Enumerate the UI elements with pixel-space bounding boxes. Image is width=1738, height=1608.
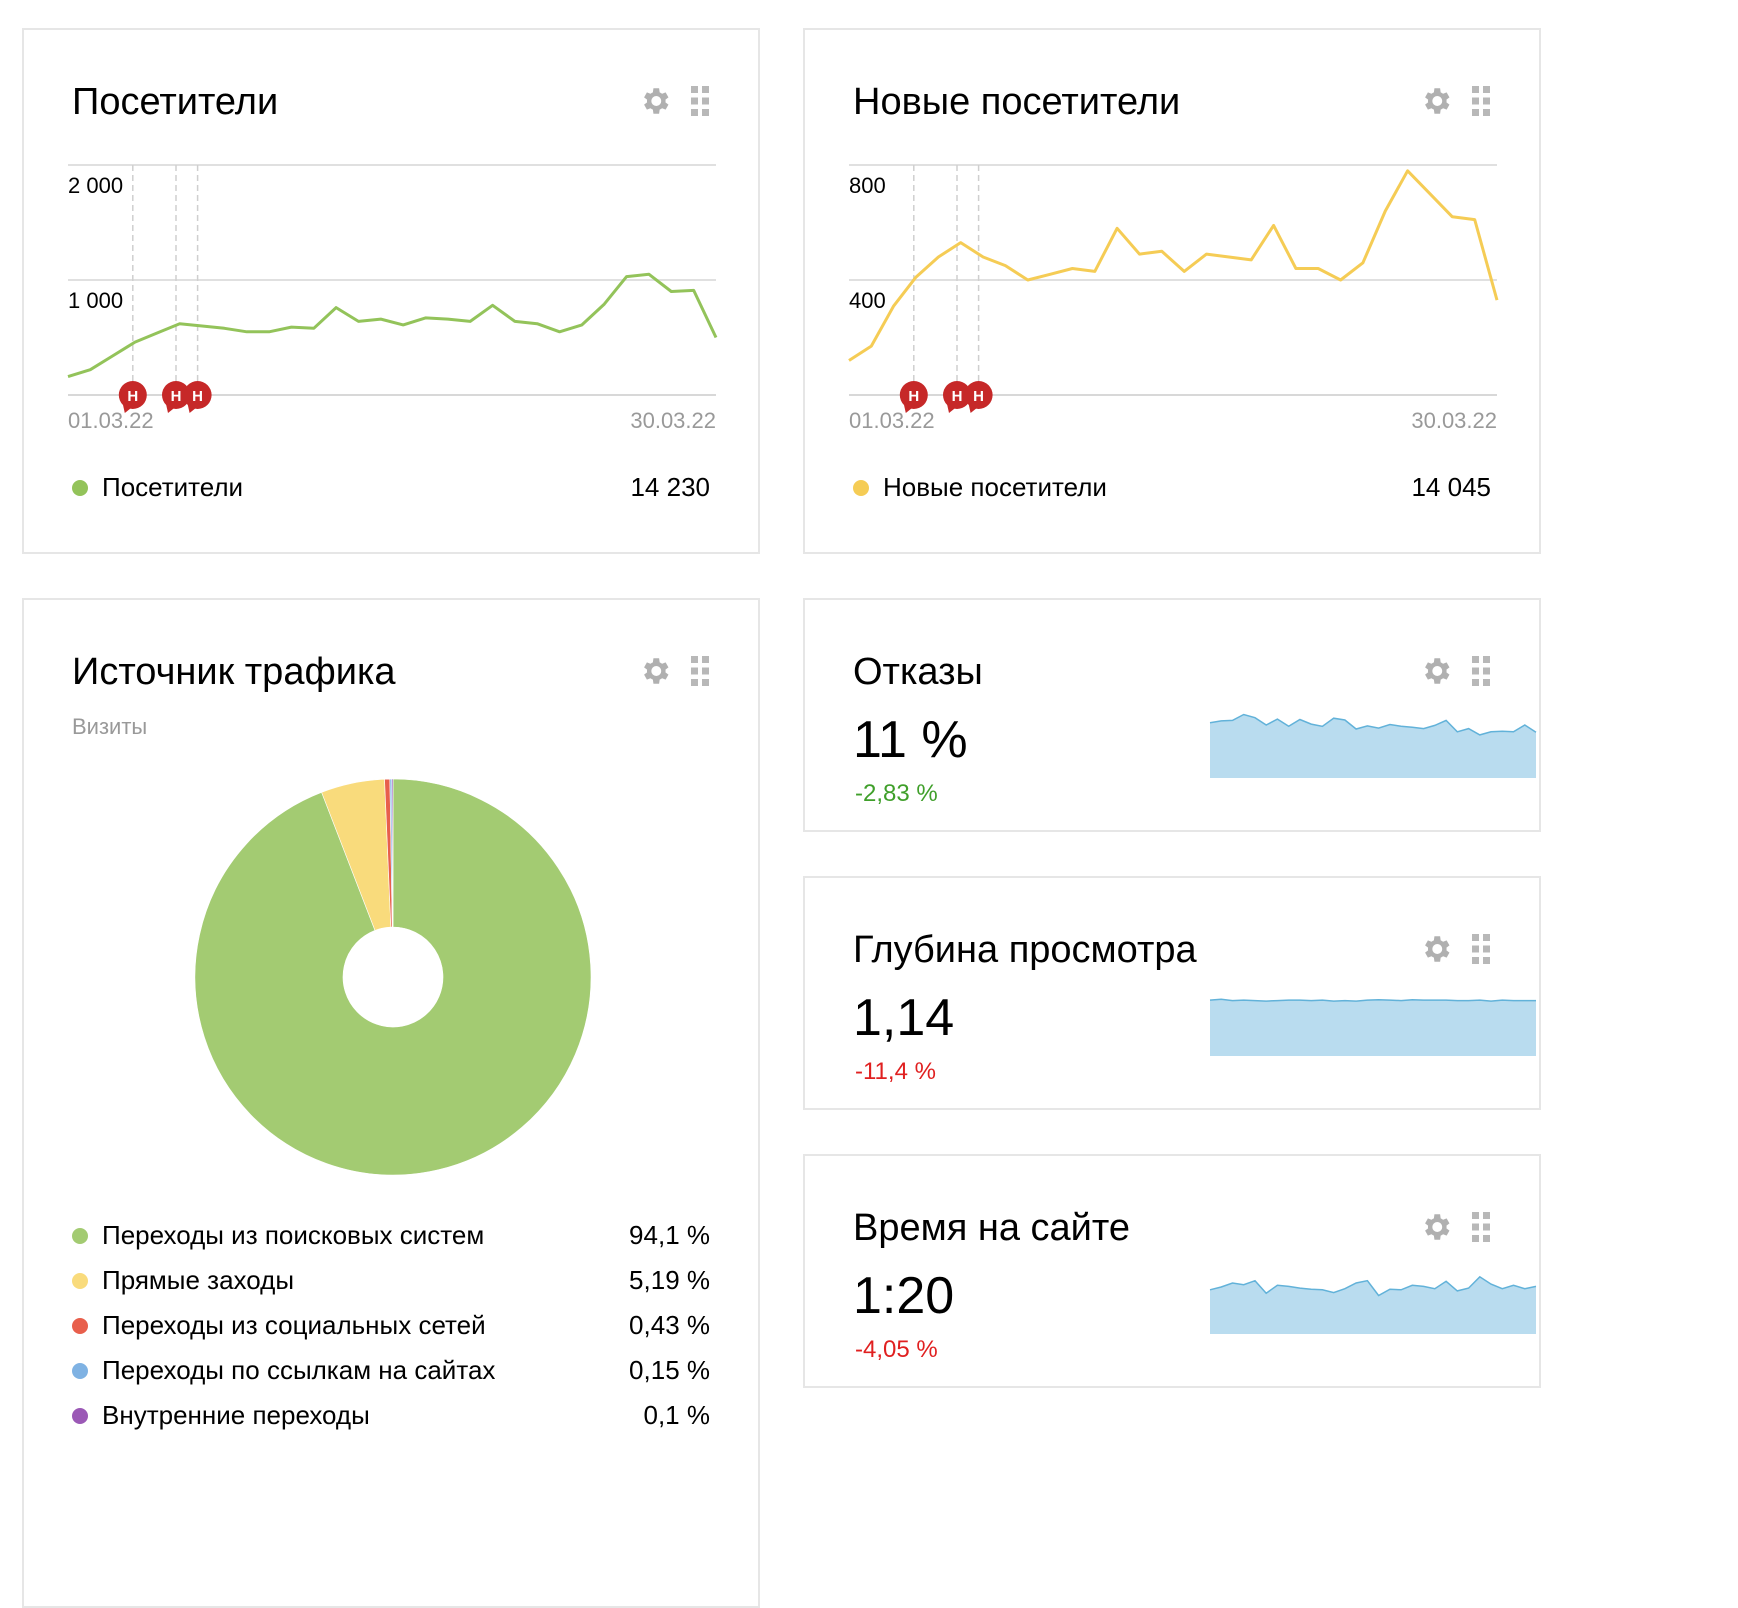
legend-value: 14 230 [630,472,710,502]
widget-tools [1419,932,1491,966]
bounces-widget: Отказы 11 % -2,83 % [803,598,1541,832]
legend-value: 0,15 % [629,1355,710,1385]
metric-delta: -11,4 % [855,1058,936,1085]
x-tick-label-end: 30.03.22 [1411,408,1497,433]
metric-value: 11 % [853,711,968,769]
legend-item[interactable]: Переходы из поисковых систем 94,1 % [72,1220,710,1251]
drag-handle-icon[interactable] [1471,1211,1491,1243]
drag-handle-icon[interactable] [1471,933,1491,965]
visitors-widget: Посетители 2 000 1 000 01.03.22 30.03.22… [22,28,760,554]
sparkline-area [1210,999,1536,1056]
legend-dot [72,479,88,496]
legend-label: Посетители [102,472,244,502]
x-tick-label-start: 01.03.22 [68,408,154,433]
sparkline [1209,998,1536,1056]
annotation-marker[interactable]: Н [183,165,212,413]
metric-value: 1:20 [853,1267,955,1325]
metric-delta: -2,83 % [855,780,938,807]
traffic-pie-chart [194,778,592,1176]
annotation-marker[interactable]: Н [162,165,190,413]
drag-handle-icon[interactable] [690,655,710,687]
legend-label: Прямые заходы [102,1265,295,1295]
y-tick-label: 800 [849,173,886,198]
widget-tools [1419,1210,1491,1244]
sparkline-area [1210,714,1536,778]
visitors-line-chart: 2 000 1 000 01.03.22 30.03.22 ННН [67,164,718,433]
annotation-marker[interactable]: Н [964,165,993,413]
gear-icon[interactable] [1419,654,1453,688]
legend-value: 5,19 % [629,1265,710,1295]
legend-label: Новые посетители [883,472,1107,502]
x-tick-label-end: 30.03.22 [630,408,716,433]
metric-delta: -4,05 % [855,1336,938,1363]
y-tick-label: 1 000 [68,288,123,313]
drag-handle-icon[interactable] [1471,655,1491,687]
legend-dot [72,1407,88,1424]
depth-widget: Глубина просмотра 1,14 -11,4 % [803,876,1541,1110]
widget-title: Глубина просмотра [853,929,1197,971]
legend-dot [72,1227,88,1244]
widget-title: Источник трафика [72,651,396,693]
annotation-letter: Н [952,388,963,405]
legend-item[interactable]: Прямые заходы 5,19 % [72,1265,710,1296]
gear-icon[interactable] [638,654,672,688]
legend-dot [72,1317,88,1334]
sparkline [1209,713,1537,778]
legend-value: 0,43 % [629,1310,710,1340]
gear-icon[interactable] [1419,932,1453,966]
widget-title: Отказы [853,651,983,693]
series-line-new-visitors [848,169,1499,362]
legend-item[interactable]: Посетители 14 230 [72,472,710,503]
new-visitors-widget: Новые посетители 800 400 01.03.22 30.03.… [803,28,1541,554]
series-line-visitors [67,272,718,379]
legend-dot [72,1362,88,1379]
legend-label: Переходы из социальных сетей [102,1310,486,1340]
y-tick-label: 400 [849,288,886,313]
x-tick-label-start: 01.03.22 [849,408,935,433]
y-tick-label: 2 000 [68,173,123,198]
annotation-letter: Н [127,388,138,405]
annotation-letter: Н [908,388,919,405]
annotation-letter: Н [171,388,182,405]
legend-dot [853,479,869,496]
widget-title: Время на сайте [853,1207,1131,1249]
legend-label: Внутренние переходы [102,1400,370,1430]
annotation-marker[interactable]: Н [943,165,971,413]
legend-value: 14 045 [1411,472,1491,502]
legend-item[interactable]: Переходы из социальных сетей 0,43 % [72,1310,710,1341]
legend-item[interactable]: Переходы по ссылкам на сайтах 0,15 % [72,1355,710,1386]
sparkline [1209,1275,1537,1334]
annotation-letter: Н [973,388,984,405]
widget-tools [1419,654,1491,688]
legend-value: 94,1 % [629,1220,710,1250]
legend-dot [72,1272,88,1289]
annotation-letter: Н [192,388,203,405]
legend-item[interactable]: Новые посетители 14 045 [853,472,1491,503]
new-visitors-line-chart: 800 400 01.03.22 30.03.22 ННН [848,164,1499,433]
traffic-source-widget: Источник трафика Визиты Переходы из поис… [22,598,760,1608]
widget-subtitle: Визиты [72,714,148,739]
legend-value: 0,1 % [643,1400,711,1430]
legend-label: Переходы из поисковых систем [102,1220,485,1250]
widget-tools [638,654,710,688]
time-on-site-widget: Время на сайте 1:20 -4,05 % [803,1154,1541,1388]
gear-icon[interactable] [1419,1210,1453,1244]
metric-value: 1,14 [853,989,955,1047]
legend-item[interactable]: Внутренние переходы 0,1 % [72,1400,710,1431]
annotation-marker[interactable]: Н [899,165,928,413]
legend-label: Переходы по ссылкам на сайтах [102,1355,496,1385]
